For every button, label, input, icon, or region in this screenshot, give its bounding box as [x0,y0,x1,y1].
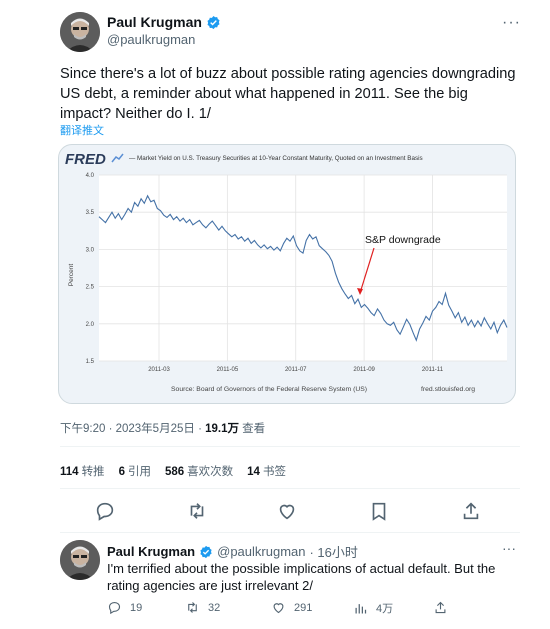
chart-brand: FRED [65,151,106,168]
like-icon[interactable] [276,500,298,522]
fred-chart: FRED — Market Yield on U.S. Treasury Sec… [65,151,508,393]
brand-graph-icon [111,153,124,163]
retweet-icon[interactable] [186,500,208,522]
avatar-image [60,12,100,52]
reply-retweet-button[interactable]: 32 [185,600,220,615]
retweet-count: 32 [208,601,221,614]
stat-likes[interactable]: 586 喜欢次数 [165,463,233,479]
views-count: 19.1万 [205,423,239,435]
author-handle[interactable]: @paulkrugman [107,32,195,47]
views-icon [355,603,367,613]
tweet-meta: 下午9:20 · 2023年5月25日 · 19.1万 查看 [60,420,265,436]
more-icon[interactable]: ··· [502,540,516,556]
stat-bookmarks[interactable]: 14 书签 [247,463,286,479]
plot-area [99,175,507,361]
x-tick-label: 2011-09 [353,367,375,373]
y-tick-label: 4.0 [86,173,95,179]
x-tick-label: 2011-05 [217,367,239,373]
bookmark-icon[interactable] [368,500,390,522]
reply-icon[interactable] [94,500,116,522]
tweet-actions [60,496,520,526]
share-icon [435,601,446,614]
chart-site: fred.stlouisfed.org [421,386,475,393]
tweet-text: Since there's a lot of buzz about possib… [60,66,516,122]
views-count: 4万 [376,603,394,615]
reply-views-button[interactable]: 4万 [353,600,393,616]
retweet-icon [188,602,197,613]
avatar-image [60,540,100,580]
verified-badge-icon [200,545,212,558]
y-tick-label: 2.0 [86,322,95,328]
x-tick-label: 2011-03 [148,367,170,373]
reply-time[interactable]: · 16小时 [309,542,357,561]
reply-like-button[interactable]: 291 [271,600,312,615]
like-icon [273,603,284,614]
reply-author-handle[interactable]: @paulkrugman [217,544,305,559]
divider [60,488,520,489]
reply-actions: 19 32 291 4万 [107,600,507,620]
y-axis-ticks: 4.0 3.5 3.0 2.5 2.0 1.5 [86,173,95,365]
author-name[interactable]: Paul Krugman [107,14,202,30]
y-tick-label: 3.5 [86,210,95,216]
x-axis-ticks: 2011-03 2011-05 2011-07 2011-09 2011-11 [148,367,443,373]
avatar[interactable] [60,12,100,52]
reply-count: 19 [130,601,143,614]
avatar[interactable] [60,540,100,580]
translate-link[interactable]: 翻译推文 [60,122,104,138]
reply-share-button[interactable] [433,600,448,615]
chart-source: Source: Board of Governors of the Federa… [171,386,367,393]
y-axis-label: Percent [68,264,75,287]
y-tick-label: 2.5 [86,285,95,291]
y-tick-label: 3.0 [86,247,95,253]
verified-badge-icon [207,15,220,29]
chart-card[interactable]: FRED — Market Yield on U.S. Treasury Sec… [58,144,516,404]
reply-text: I'm terrified about the possible implica… [107,561,496,593]
views-label: 查看 [238,423,266,435]
y-tick-label: 1.5 [86,359,95,365]
divider [60,446,520,447]
tweet-time[interactable]: 下午9:20 · 2023年5月25日 · [60,423,205,435]
reply-tweet[interactable]: Paul Krugman @paulkrugman · 16小时 ··· I'm… [0,530,550,629]
stat-retweets[interactable]: 114 转推 [60,463,105,479]
tweet-stats: 114 转推 6 引用 586 喜欢次数 14 书签 [60,463,286,479]
share-icon[interactable] [460,500,482,522]
x-tick-label: 2011-07 [285,367,307,373]
reply-icon [108,601,121,615]
x-tick-label: 2011-11 [422,367,444,373]
reply-reply-button[interactable]: 19 [107,600,142,615]
stat-quotes[interactable]: 6 引用 [119,463,151,479]
like-count: 291 [294,601,313,614]
reply-author-name[interactable]: Paul Krugman [107,544,195,559]
annotation-label: S&P downgrade [365,234,441,246]
chart-title: — Market Yield on U.S. Treasury Securiti… [129,155,423,162]
more-icon[interactable]: ··· [502,14,521,32]
